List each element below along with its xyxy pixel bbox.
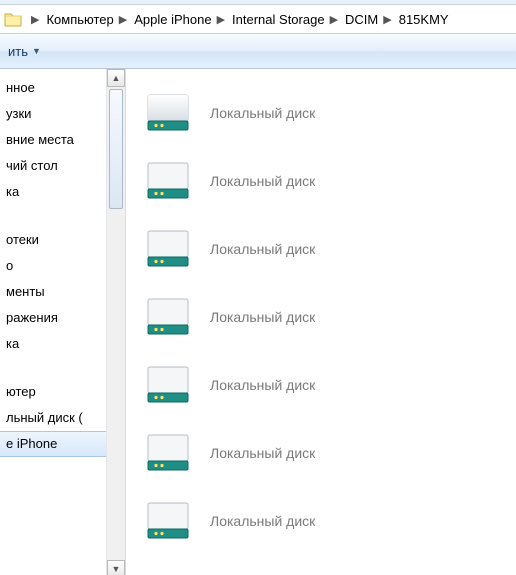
chevron-right-icon: ▶	[383, 13, 391, 26]
breadcrumb-root-sep[interactable]: ▶	[24, 5, 44, 33]
scroll-up-button[interactable]: ▲	[107, 69, 125, 87]
sidebar-item[interactable]: узки	[0, 101, 106, 127]
navigation-sidebar[interactable]: нное узки вние места чий стол ка отеки о…	[0, 69, 107, 575]
folder-icon	[4, 11, 22, 27]
sidebar-item[interactable]: менты	[0, 279, 106, 305]
sidebar-item-label: ражения	[6, 310, 58, 325]
sidebar-scrollbar[interactable]: ▲ ▼	[107, 69, 126, 575]
sidebar-item-label: нное	[6, 80, 35, 95]
list-item[interactable]: Локальный диск	[136, 283, 516, 351]
sidebar-item[interactable]: отеки	[0, 227, 106, 253]
sidebar-item-label: вние места	[6, 132, 74, 147]
breadcrumb-item-iphone[interactable]: Apple iPhone ▶	[132, 5, 230, 33]
sidebar-spacer	[0, 357, 106, 379]
list-item-label: Локальный диск	[210, 445, 315, 461]
drive-icon	[142, 499, 194, 543]
sidebar-item-label: чий стол	[6, 158, 58, 173]
breadcrumb-item-folder[interactable]: 815KMY	[397, 5, 451, 33]
sidebar-item-label: узки	[6, 106, 31, 121]
sidebar-item-label: о	[6, 258, 13, 273]
sidebar-item-localdisk[interactable]: льный диск (	[0, 405, 106, 431]
address-bar[interactable]: ▶ Компьютер ▶ Apple iPhone ▶ Internal St…	[0, 4, 516, 34]
drive-icon	[142, 227, 194, 271]
list-item[interactable]: Локальный диск	[136, 147, 516, 215]
list-item-label: Локальный диск	[210, 309, 315, 325]
sidebar-item-computer[interactable]: ютер	[0, 379, 106, 405]
list-item[interactable]: Локальный диск	[136, 419, 516, 487]
scroll-down-button[interactable]: ▼	[107, 560, 125, 575]
sidebar-item-label: льный диск (	[6, 410, 83, 425]
breadcrumb-label: Компьютер	[46, 12, 113, 27]
sidebar-item[interactable]: ражения	[0, 305, 106, 331]
list-item-label: Локальный диск	[210, 377, 315, 393]
sidebar-spacer	[0, 205, 106, 227]
list-item[interactable]: Локальный диск	[136, 487, 516, 555]
drive-icon	[142, 431, 194, 475]
chevron-right-icon: ▶	[119, 13, 127, 26]
share-button-label: ить	[8, 44, 28, 59]
dropdown-icon: ▼	[32, 46, 41, 56]
sidebar-item-iphone[interactable]: e iPhone	[0, 431, 106, 457]
breadcrumb-label: DCIM	[345, 12, 378, 27]
sidebar-item[interactable]: ка	[0, 331, 106, 357]
list-item-label: Локальный диск	[210, 105, 315, 121]
drive-icon	[142, 91, 194, 135]
breadcrumb-item-dcim[interactable]: DCIM ▶	[343, 5, 397, 33]
sidebar-item[interactable]: вние места	[0, 127, 106, 153]
sidebar-item-label: ютер	[6, 384, 36, 399]
breadcrumb-label: 815KMY	[399, 12, 449, 27]
chevron-right-icon: ▶	[31, 13, 39, 26]
drive-icon	[142, 295, 194, 339]
sidebar-item[interactable]: чий стол	[0, 153, 106, 179]
list-item-label: Локальный диск	[210, 513, 315, 529]
sidebar-item-label: ка	[6, 184, 19, 199]
breadcrumb-label: Apple iPhone	[134, 12, 211, 27]
drive-icon	[142, 159, 194, 203]
list-item-label: Локальный диск	[210, 173, 315, 189]
sidebar-item-label: ка	[6, 336, 19, 351]
toolbar: ить ▼	[0, 34, 516, 69]
sidebar-item[interactable]: о	[0, 253, 106, 279]
main-area: нное узки вние места чий стол ка отеки о…	[0, 69, 516, 575]
sidebar-item[interactable]: ка	[0, 179, 106, 205]
list-item[interactable]: Локальный диск	[136, 79, 516, 147]
file-list[interactable]: Локальный диск Локальный диск Локальный …	[126, 69, 516, 575]
list-item-label: Локальный диск	[210, 241, 315, 257]
scroll-thumb[interactable]	[109, 89, 123, 209]
sidebar-item-label: e iPhone	[6, 436, 57, 451]
chevron-right-icon: ▶	[217, 13, 225, 26]
list-item[interactable]: Локальный диск	[136, 215, 516, 283]
sidebar-item-label: отеки	[6, 232, 39, 247]
sidebar-item-label: менты	[6, 284, 45, 299]
share-button[interactable]: ить ▼	[0, 38, 49, 64]
sidebar-item[interactable]: нное	[0, 75, 106, 101]
drive-icon	[142, 363, 194, 407]
breadcrumb-item-internal[interactable]: Internal Storage ▶	[230, 5, 343, 33]
breadcrumb-label: Internal Storage	[232, 12, 325, 27]
breadcrumb-item-computer[interactable]: Компьютер ▶	[44, 5, 132, 33]
chevron-right-icon: ▶	[330, 13, 338, 26]
list-item[interactable]: Локальный диск	[136, 351, 516, 419]
